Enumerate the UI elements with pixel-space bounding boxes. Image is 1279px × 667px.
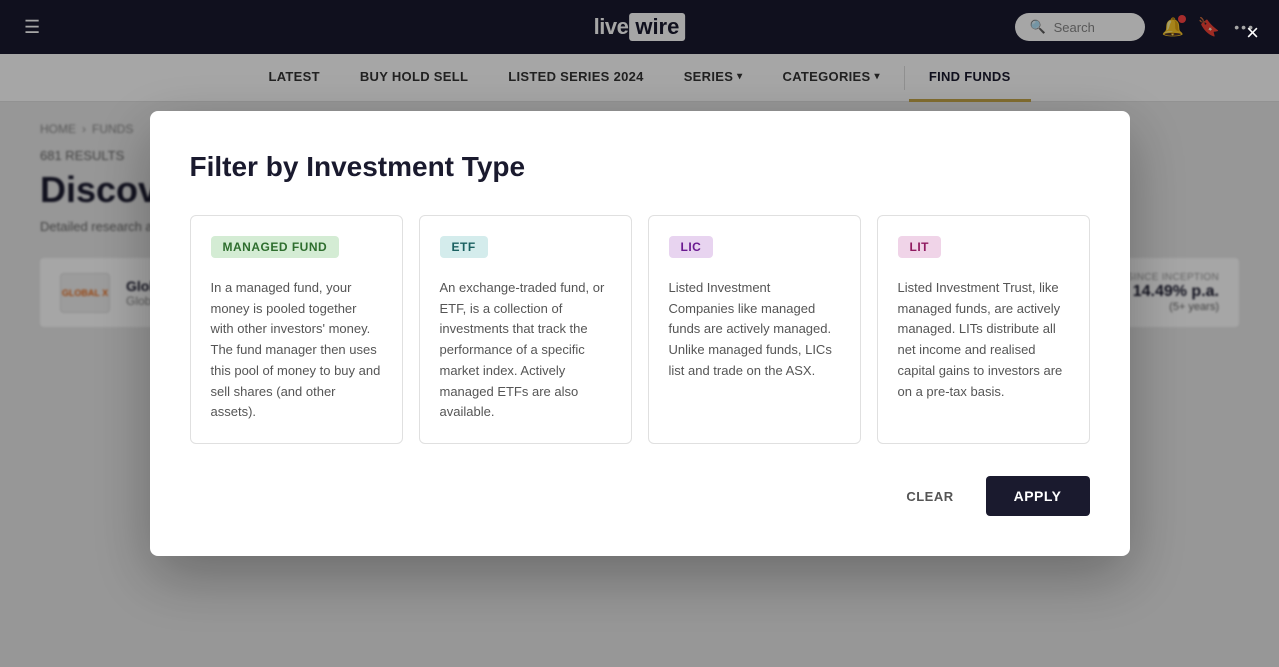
lit-card[interactable]: LIT Listed Investment Trust, like manage… [877,215,1090,445]
lit-description: Listed Investment Trust, like managed fu… [898,278,1069,403]
etf-description: An exchange-traded fund, or ETF, is a co… [440,278,611,424]
etf-card[interactable]: ETF An exchange-traded fund, or ETF, is … [419,215,632,445]
modal-overlay[interactable]: × Filter by Investment Type MANAGED FUND… [0,0,1279,667]
managed-fund-description: In a managed fund, your money is pooled … [211,278,382,424]
lic-badge: LIC [669,236,714,258]
close-button[interactable]: × [1246,20,1259,46]
lic-card[interactable]: LIC Listed Investment Companies like man… [648,215,861,445]
managed-fund-card[interactable]: MANAGED FUND In a managed fund, your mon… [190,215,403,445]
etf-badge: ETF [440,236,488,258]
lit-badge: LIT [898,236,942,258]
filter-modal: Filter by Investment Type MANAGED FUND I… [150,111,1130,557]
modal-title: Filter by Investment Type [190,151,1090,183]
apply-button[interactable]: APPLY [986,476,1090,516]
investment-type-cards: MANAGED FUND In a managed fund, your mon… [190,215,1090,445]
modal-footer: CLEAR APPLY [190,476,1090,516]
lic-description: Listed Investment Companies like managed… [669,278,840,382]
managed-fund-badge: MANAGED FUND [211,236,340,258]
clear-button[interactable]: CLEAR [890,479,969,514]
